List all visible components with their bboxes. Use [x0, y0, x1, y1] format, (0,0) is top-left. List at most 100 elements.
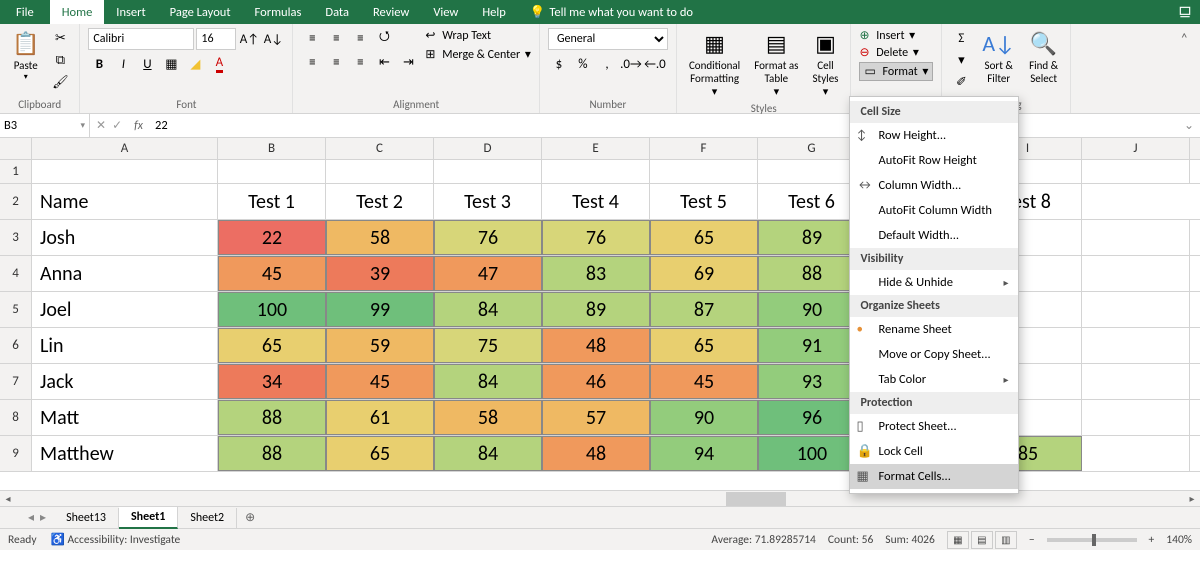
cell[interactable]	[1082, 400, 1190, 435]
cell[interactable]	[1082, 292, 1190, 327]
row-header-1[interactable]: 1	[0, 160, 32, 183]
horizontal-scrollbar[interactable]: ◂ ▸	[0, 490, 1200, 506]
align-left-button[interactable]: ≡	[301, 52, 323, 72]
increase-decimal-button[interactable]: .0→	[620, 54, 642, 74]
row-header-4[interactable]: 4	[0, 256, 32, 291]
cell[interactable]: Test 5	[650, 184, 758, 219]
view-normal-button[interactable]: ▦	[947, 531, 969, 549]
col-header-E[interactable]: E	[542, 138, 650, 159]
sheet-tab-sheet2[interactable]: Sheet2	[178, 508, 237, 528]
tab-page-layout[interactable]: Page Layout	[158, 0, 243, 24]
zoom-in-button[interactable]: +	[1149, 533, 1155, 547]
cell[interactable]: 88	[218, 436, 326, 471]
cell[interactable]: 69	[650, 256, 758, 291]
cell-styles-button[interactable]: ▣Cell Styles▾	[808, 28, 842, 100]
menu-protect-sheet[interactable]: ▯Protect Sheet...	[850, 414, 1018, 439]
menu-autofit-col[interactable]: AutoFit Column Width	[850, 198, 1018, 223]
scroll-right-button[interactable]: ▸	[1184, 491, 1200, 507]
menu-column-width[interactable]: ↔Column Width...	[850, 173, 1018, 198]
cell[interactable]: 75	[434, 328, 542, 363]
cell[interactable]: 90	[650, 400, 758, 435]
menu-format-cells[interactable]: ▦Format Cells...	[850, 464, 1018, 489]
align-middle-button[interactable]: ≡	[325, 28, 347, 48]
cell[interactable]: 94	[650, 436, 758, 471]
tab-data[interactable]: Data	[313, 0, 361, 24]
copy-button[interactable]: ⧉	[49, 50, 71, 70]
paste-button[interactable]: 📋 Paste ▾	[8, 28, 43, 84]
menu-autofit-row[interactable]: AutoFit Row Height	[850, 148, 1018, 173]
align-center-button[interactable]: ≡	[325, 52, 347, 72]
percent-button[interactable]: %	[572, 54, 594, 74]
cell[interactable]: Test 4	[542, 184, 650, 219]
menu-row-height[interactable]: ↕Row Height...	[850, 123, 1018, 148]
conditional-formatting-button[interactable]: ▦Conditional Formatting▾	[685, 28, 744, 100]
cell[interactable]: 65	[326, 436, 434, 471]
delete-cells-button[interactable]: ⊖ Delete ▾	[859, 45, 933, 60]
tab-view[interactable]: View	[421, 0, 470, 24]
zoom-slider[interactable]	[1047, 538, 1137, 542]
select-all-corner[interactable]	[0, 138, 32, 159]
cell[interactable]: 57	[542, 400, 650, 435]
collapse-ribbon-button[interactable]: ˄	[1168, 24, 1200, 113]
cell[interactable]: 87	[650, 292, 758, 327]
cell[interactable]: 65	[650, 220, 758, 255]
increase-indent-button[interactable]: ⇥	[397, 52, 419, 72]
col-header-J[interactable]: J	[1082, 138, 1190, 159]
cell[interactable]	[650, 160, 758, 183]
cell[interactable]: 59	[326, 328, 434, 363]
cell[interactable]: 58	[434, 400, 542, 435]
cell[interactable]: Test 3	[434, 184, 542, 219]
cell[interactable]: 48	[542, 328, 650, 363]
cell[interactable]	[1082, 220, 1190, 255]
zoom-level[interactable]: 140%	[1166, 533, 1192, 547]
borders-button[interactable]: ▦	[160, 54, 182, 74]
tab-file[interactable]: File	[0, 0, 50, 24]
cell[interactable]: 76	[542, 220, 650, 255]
col-header-F[interactable]: F	[650, 138, 758, 159]
orientation-button[interactable]: ⭯	[373, 28, 395, 48]
col-header-B[interactable]: B	[218, 138, 326, 159]
currency-button[interactable]: $	[548, 54, 570, 74]
cell[interactable]: 45	[650, 364, 758, 399]
align-bottom-button[interactable]: ≡	[349, 28, 371, 48]
accept-formula-button[interactable]: ✓	[112, 118, 122, 133]
underline-button[interactable]: U	[136, 54, 158, 74]
cell[interactable]: 84	[434, 364, 542, 399]
row-header-6[interactable]: 6	[0, 328, 32, 363]
cell[interactable]: Lin	[32, 328, 218, 363]
cell[interactable]: Joel	[32, 292, 218, 327]
cell[interactable]: 76	[434, 220, 542, 255]
font-color-button[interactable]: A	[208, 54, 230, 74]
cell[interactable]	[1082, 160, 1190, 183]
tab-help[interactable]: Help	[470, 0, 517, 24]
row-header-9[interactable]: 9	[0, 436, 32, 471]
sort-filter-button[interactable]: A↓Sort & Filter	[978, 28, 1019, 87]
cell[interactable]: 84	[434, 436, 542, 471]
col-header-C[interactable]: C	[326, 138, 434, 159]
sheet-nav-prev[interactable]: ◂	[28, 510, 34, 525]
bold-button[interactable]: B	[88, 54, 110, 74]
row-header-3[interactable]: 3	[0, 220, 32, 255]
cell[interactable]: 47	[434, 256, 542, 291]
fill-color-button[interactable]: ◢	[184, 54, 206, 74]
cell[interactable]	[1082, 328, 1190, 363]
sheet-nav-next[interactable]: ▸	[40, 510, 46, 525]
menu-rename-sheet[interactable]: •Rename Sheet	[850, 317, 1018, 342]
number-format-select[interactable]: General	[548, 28, 668, 50]
cell[interactable]	[218, 160, 326, 183]
cell[interactable]	[1082, 256, 1190, 291]
cell[interactable]	[326, 160, 434, 183]
row-header-8[interactable]: 8	[0, 400, 32, 435]
cell[interactable]: 39	[326, 256, 434, 291]
cell[interactable]: 100	[218, 292, 326, 327]
align-top-button[interactable]: ≡	[301, 28, 323, 48]
cell[interactable]: 89	[542, 292, 650, 327]
autosum-button[interactable]: Σ	[950, 28, 972, 48]
cell[interactable]: 34	[218, 364, 326, 399]
cell[interactable]: 83	[542, 256, 650, 291]
cell[interactable]: 22	[218, 220, 326, 255]
row-header-2[interactable]: 2	[0, 184, 32, 219]
cell[interactable]: Anna	[32, 256, 218, 291]
row-header-5[interactable]: 5	[0, 292, 32, 327]
format-cells-button[interactable]: ▭ Format ▾	[859, 62, 933, 81]
